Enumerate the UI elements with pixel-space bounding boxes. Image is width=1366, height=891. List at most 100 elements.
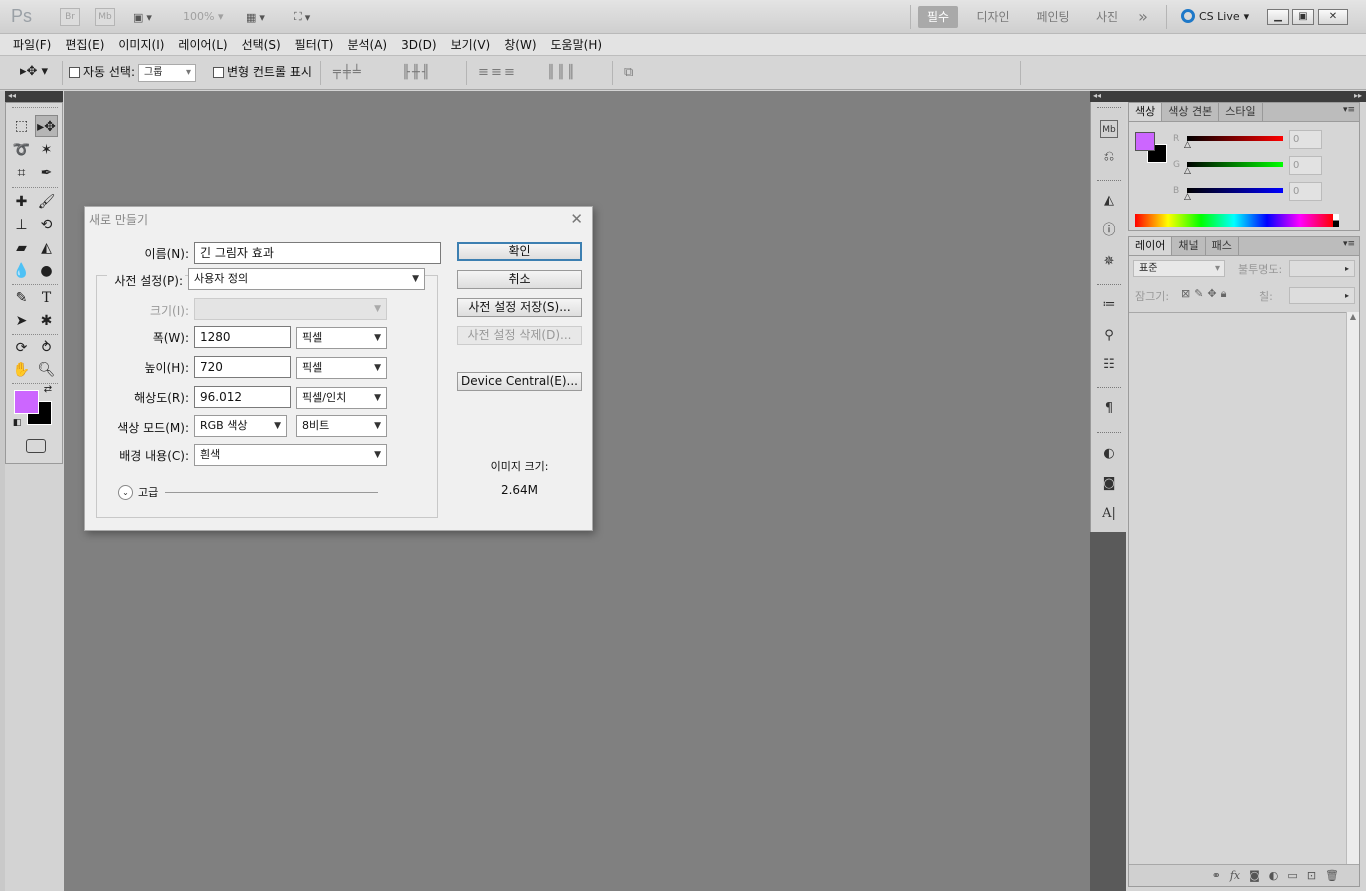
menu-file[interactable]: 파일(F) — [6, 34, 58, 55]
mini-bridge-panel-icon[interactable]: Mb — [1100, 120, 1118, 138]
dialog-close-icon[interactable]: ✕ — [570, 210, 583, 228]
menu-image[interactable]: 이미지(I) — [111, 34, 171, 55]
cancel-button[interactable]: 취소 — [457, 270, 582, 289]
auto-select-target-dropdown[interactable]: 그룹 ▾ — [138, 64, 196, 82]
healing-brush-tool-icon[interactable]: ✚ — [10, 191, 33, 213]
default-colors-icon[interactable]: ◧ — [10, 416, 24, 430]
new-layer-icon[interactable]: ⊡ — [1307, 869, 1316, 882]
tool-preset-picker[interactable]: ▸✥ ▾ — [20, 64, 48, 79]
type-tool-icon[interactable]: T — [35, 287, 58, 309]
width-field[interactable]: 1280 — [194, 326, 291, 348]
bit-depth-dropdown[interactable]: 8비트 ▼ — [296, 415, 387, 437]
panel-menu-icon[interactable]: ▾≡ — [1343, 105, 1355, 115]
zoom-tool-icon[interactable]: 🔍︎ — [35, 359, 58, 381]
lasso-tool-icon[interactable]: ➰ — [10, 139, 33, 161]
distribute-horizontal-icons[interactable]: ║ ║ ║ — [547, 65, 575, 80]
distribute-vertical-icons[interactable]: ≡ ≡ ≡ — [478, 65, 515, 80]
auto-select-checkbox[interactable] — [69, 67, 80, 78]
tab-channels[interactable]: 채널 — [1172, 237, 1206, 255]
align-horizontal-icons[interactable]: ╟ ╫ ╢ — [402, 65, 430, 80]
color-spectrum-ramp[interactable] — [1135, 214, 1333, 227]
blue-value-field[interactable]: 0 — [1289, 182, 1322, 201]
height-unit-dropdown[interactable]: 픽셀 ▼ — [296, 357, 387, 379]
fill-field[interactable]: ▸ — [1289, 287, 1355, 304]
menu-3d[interactable]: 3D(D) — [394, 34, 443, 55]
cs-live-button[interactable]: CS Live ▾ — [1181, 9, 1249, 23]
menu-window[interactable]: 창(W) — [497, 34, 543, 55]
opacity-field[interactable]: ▸ — [1289, 260, 1355, 277]
paragraph-panel-icon[interactable]: ¶ — [1100, 400, 1118, 418]
auto-align-layers-icon[interactable]: ⧉ — [624, 65, 633, 80]
navigator-panel-icon[interactable]: ✵ — [1100, 253, 1118, 271]
foreground-color-swatch[interactable] — [14, 390, 39, 414]
lock-icons[interactable]: ⊠✎✥🔒︎ — [1181, 287, 1231, 301]
masks-panel-icon[interactable]: ◙ — [1100, 475, 1118, 493]
advanced-expand-icon[interactable]: ⌄ — [118, 485, 133, 500]
layer-style-icon[interactable]: fx — [1230, 869, 1240, 882]
view-extras-button[interactable]: ▣ ▾ — [133, 8, 152, 26]
workspace-design[interactable]: 디자인 — [970, 6, 1016, 28]
blue-slider[interactable] — [1187, 188, 1283, 193]
menu-filter[interactable]: 필터(T) — [288, 34, 341, 55]
height-field[interactable]: 720 — [194, 356, 291, 378]
histogram-panel-icon[interactable]: ◭ — [1100, 192, 1118, 210]
pen-tool-icon[interactable]: ✎ — [10, 287, 33, 309]
tool-presets-panel-icon[interactable]: ☷ — [1100, 356, 1118, 374]
right-panels-header[interactable]: ▸▸ — [1126, 91, 1366, 102]
red-slider[interactable] — [1187, 136, 1283, 141]
new-group-icon[interactable]: ▭ — [1287, 869, 1297, 882]
move-tool-icon[interactable]: ▸✥ — [35, 115, 58, 137]
path-selection-tool-icon[interactable]: ➤ — [10, 310, 33, 332]
mini-bridge-button[interactable]: Mb — [95, 8, 115, 26]
maximize-button[interactable]: ▣ — [1292, 9, 1314, 25]
history-panel-icon[interactable]: ⎌ — [1100, 148, 1118, 166]
brush-presets-panel-icon[interactable]: ≔ — [1100, 296, 1118, 314]
3d-rotate-tool-icon[interactable]: ⟳ — [10, 337, 33, 359]
layers-scrollbar[interactable]: ▲ ▼ — [1346, 312, 1359, 872]
ok-button[interactable]: 확인 — [457, 242, 582, 261]
tab-color[interactable]: 색상 — [1129, 103, 1163, 121]
menu-edit[interactable]: 편집(E) — [58, 34, 111, 55]
dock-header[interactable]: ◂◂ — [1090, 91, 1126, 102]
green-slider-thumb[interactable]: △ — [1184, 166, 1191, 176]
bridge-button[interactable]: Br — [60, 8, 80, 26]
menu-help[interactable]: 도움말(H) — [544, 34, 610, 55]
save-preset-button[interactable]: 사전 설정 저장(S)... — [457, 298, 582, 317]
swap-colors-icon[interactable]: ⇄ — [41, 383, 55, 397]
tab-paths[interactable]: 패스 — [1206, 237, 1239, 255]
device-central-button[interactable]: Device Central(E)... — [457, 372, 582, 391]
history-brush-tool-icon[interactable]: ⟲ — [35, 214, 58, 236]
link-layers-icon[interactable]: ⚭ — [1212, 869, 1221, 882]
panel-menu-icon[interactable]: ▾≡ — [1343, 239, 1355, 249]
layer-mask-icon[interactable]: ◙ — [1249, 869, 1260, 882]
green-value-field[interactable]: 0 — [1289, 156, 1322, 175]
zoom-level[interactable]: 100% ▾ — [183, 10, 223, 23]
eyedropper-tool-icon[interactable]: ✒ — [35, 162, 58, 184]
crop-tool-icon[interactable]: ⌗ — [10, 162, 33, 184]
paint-bucket-tool-icon[interactable]: ◭ — [35, 237, 58, 259]
preset-dropdown[interactable]: 사용자 정의 ▼ — [188, 268, 425, 290]
marquee-tool-icon[interactable]: ⬚ — [10, 115, 33, 137]
color-mode-dropdown[interactable]: RGB 색상 ▼ — [194, 415, 287, 437]
color-panel-foreground-swatch[interactable] — [1135, 132, 1155, 151]
menu-analysis[interactable]: 분석(A) — [340, 34, 394, 55]
menu-view[interactable]: 보기(V) — [444, 34, 498, 55]
screen-mode-button[interactable]: ⛶ ▾ — [294, 8, 310, 26]
close-button[interactable]: ✕ — [1318, 9, 1348, 25]
dodge-tool-icon[interactable]: ● — [35, 260, 58, 282]
resolution-unit-dropdown[interactable]: 픽셀/인치 ▼ — [296, 387, 387, 409]
show-transform-controls-checkbox[interactable] — [213, 67, 224, 78]
workspace-essentials[interactable]: 필수 — [918, 6, 958, 28]
3d-orbit-tool-icon[interactable]: ⥁ — [35, 337, 58, 359]
magic-wand-tool-icon[interactable]: ✶ — [35, 139, 58, 161]
menu-select[interactable]: 선택(S) — [235, 34, 288, 55]
hand-tool-icon[interactable]: ✋ — [10, 359, 33, 381]
black-white-ramp[interactable] — [1333, 214, 1339, 227]
tab-layers[interactable]: 레이어 — [1129, 237, 1173, 255]
red-value-field[interactable]: 0 — [1289, 130, 1322, 149]
adjustments-panel-icon[interactable]: ◐ — [1100, 445, 1118, 463]
align-vertical-icons[interactable]: ╤ ╪ ╧ — [333, 65, 361, 80]
minimize-button[interactable]: ▁ — [1267, 9, 1289, 25]
quick-mask-button[interactable] — [26, 439, 46, 453]
width-unit-dropdown[interactable]: 픽셀 ▼ — [296, 327, 387, 349]
